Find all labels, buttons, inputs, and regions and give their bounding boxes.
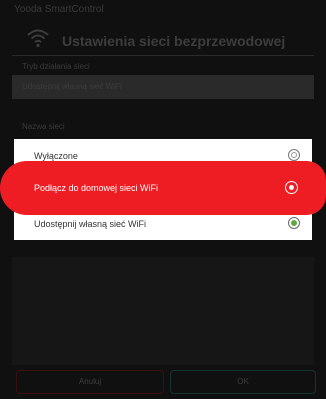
mode-label: Tryb działania sieci xyxy=(22,62,90,71)
network-name-label: Nazwa sieci xyxy=(22,122,65,131)
radio-selected-icon[interactable] xyxy=(288,217,300,229)
wifi-icon xyxy=(26,27,50,54)
mode-select-value: Udostępnij własną sieć WiFi xyxy=(22,82,122,91)
radio-icon[interactable] xyxy=(288,149,300,161)
dialog-title: Ustawienia sieci bezprzewodowej xyxy=(62,32,286,49)
option-home-wifi-highlighted[interactable]: Podłącz do domowej sieci WiFi xyxy=(0,161,326,215)
mode-select[interactable]: Udostępnij własną sieć WiFi xyxy=(12,75,314,99)
option-label: Udostępnij własną sieć WiFi xyxy=(34,219,147,229)
cancel-button[interactable]: Anuluj xyxy=(16,370,164,394)
app-title: Yooda SmartControl xyxy=(14,4,104,15)
ok-button[interactable]: OK xyxy=(170,370,316,394)
app-screen: Yooda SmartControl Ustawienia sieci bezp… xyxy=(0,0,326,399)
dialog-header: Ustawienia sieci bezprzewodowej xyxy=(26,27,285,54)
dialog-lower-panel xyxy=(12,257,314,365)
option-label: Wyłączone xyxy=(34,151,78,161)
header-divider xyxy=(12,55,314,56)
option-label: Podłącz do domowej sieci WiFi xyxy=(34,183,159,193)
radio-icon[interactable] xyxy=(285,181,298,194)
